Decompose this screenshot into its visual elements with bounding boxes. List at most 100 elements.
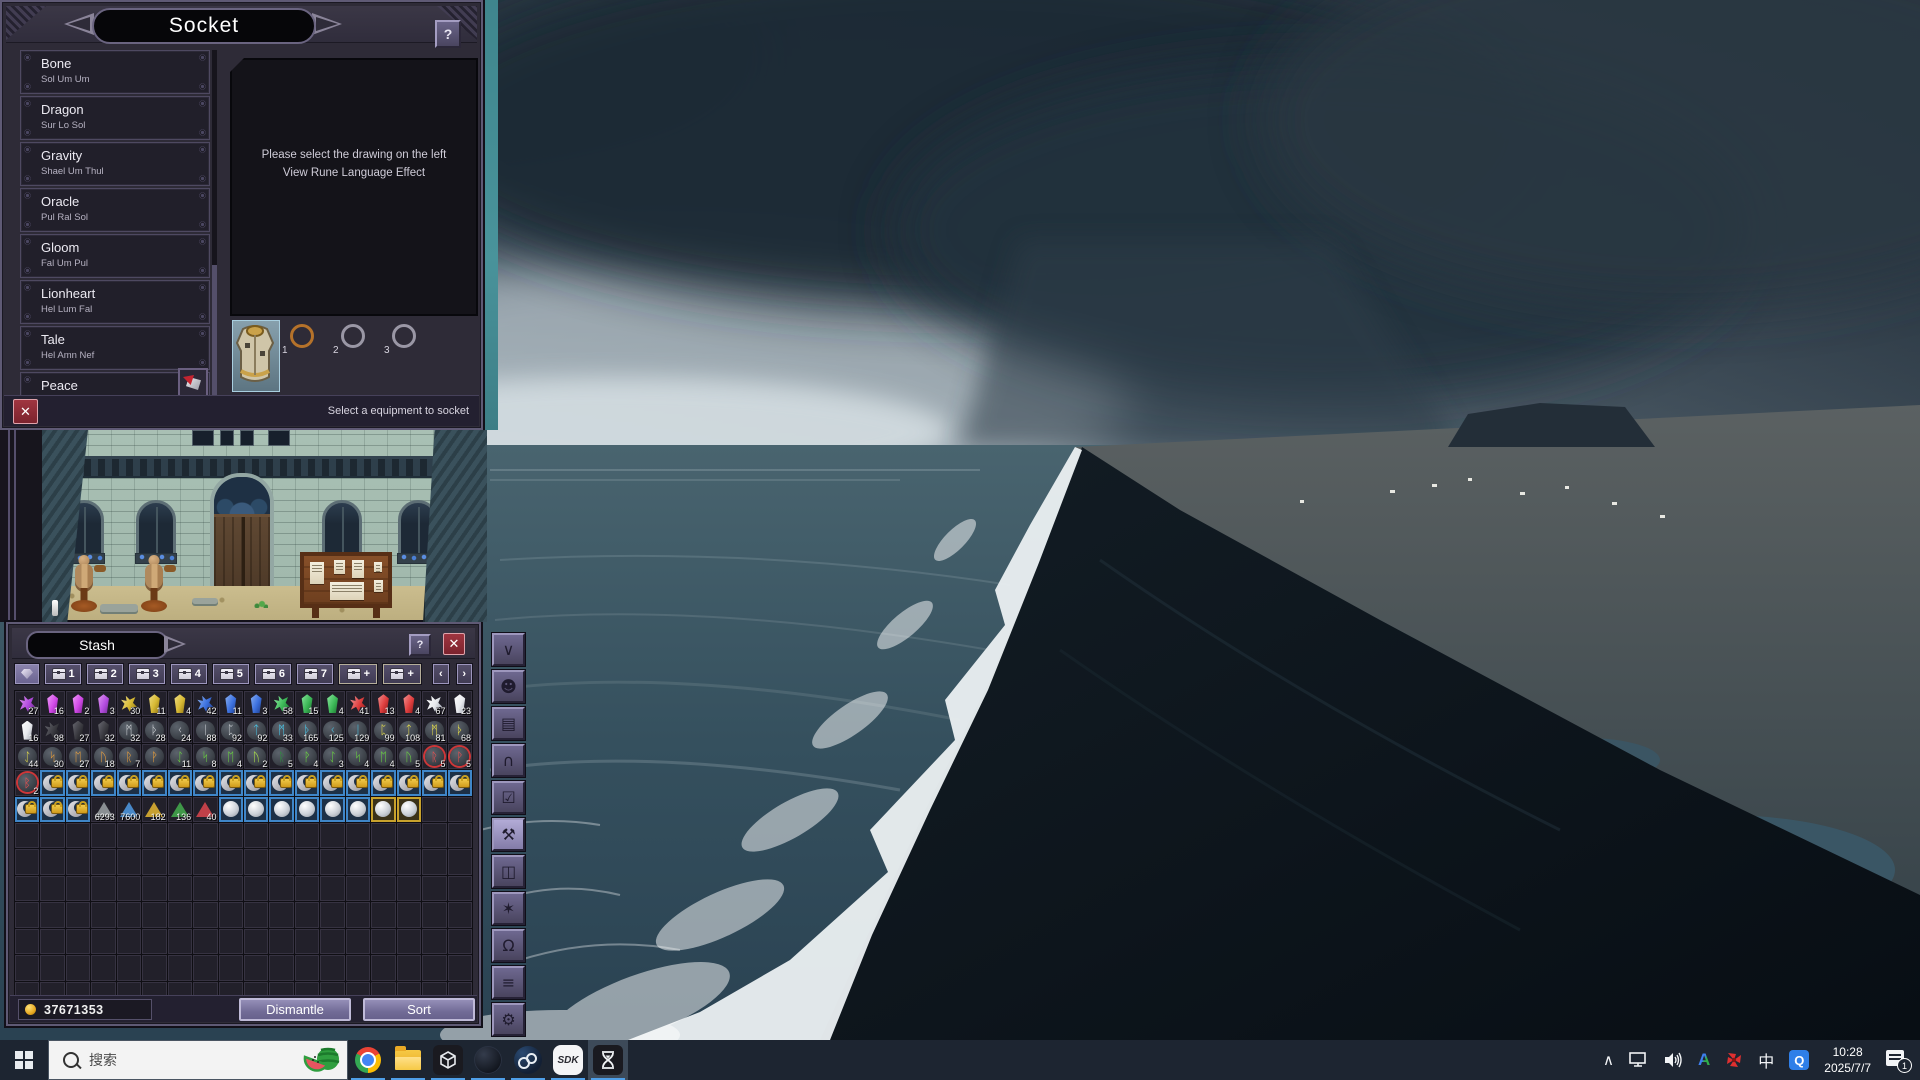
stash-cell[interactable]	[320, 849, 344, 874]
stash-cell[interactable]: 11	[142, 691, 166, 716]
stash-cell[interactable]	[142, 770, 166, 795]
stash-cell[interactable]	[168, 929, 192, 954]
stash-cell[interactable]	[320, 955, 344, 980]
stash-cell[interactable]	[193, 770, 217, 795]
stash-cell[interactable]: ᚦ28	[142, 717, 166, 742]
search-input[interactable]: 搜索	[48, 1040, 348, 1080]
stash-cell[interactable]: ᛇ11	[168, 744, 192, 769]
stash-cell[interactable]	[371, 902, 395, 927]
stash-cell[interactable]	[397, 876, 421, 901]
stash-cell[interactable]	[219, 823, 243, 848]
stash-cell[interactable]	[91, 902, 115, 927]
sidebar-quest-scroll-icon[interactable]: ☑	[492, 781, 525, 814]
stash-cell[interactable]	[91, 823, 115, 848]
stash-cell[interactable]	[40, 902, 64, 927]
stash-cell[interactable]: 27	[66, 717, 90, 742]
stash-cell[interactable]: ᛁ88	[193, 717, 217, 742]
stash-cell[interactable]	[66, 955, 90, 980]
stash-cell[interactable]: ᚱ5	[269, 744, 293, 769]
stash-cell[interactable]	[295, 955, 319, 980]
stash-cell[interactable]	[168, 902, 192, 927]
stash-cell[interactable]	[346, 876, 370, 901]
stash-cell[interactable]: 182	[142, 797, 166, 822]
stash-cell[interactable]	[320, 770, 344, 795]
stash-item-lock[interactable]	[297, 773, 317, 793]
taskbar-app-chrome[interactable]	[348, 1040, 388, 1080]
stash-cell[interactable]: 15	[295, 691, 319, 716]
sidebar-helmet-icon[interactable]: ∩	[492, 744, 525, 777]
stash-cell[interactable]	[91, 929, 115, 954]
stash-item-lock[interactable]	[94, 773, 114, 793]
stash-cell[interactable]	[371, 797, 395, 822]
stash-cell[interactable]	[295, 770, 319, 795]
network-monitor-icon[interactable]	[1629, 1052, 1649, 1068]
stash-cell[interactable]	[168, 876, 192, 901]
stash-item-lock[interactable]	[221, 773, 241, 793]
stash-cell[interactable]	[117, 823, 141, 848]
stash-cell[interactable]	[142, 876, 166, 901]
sidebar-cube-icon[interactable]: ◫	[492, 855, 525, 888]
stash-cell[interactable]	[91, 849, 115, 874]
stash-cell[interactable]: ᚱ5	[422, 744, 446, 769]
stash-cell[interactable]: 3	[91, 691, 115, 716]
stash-cell[interactable]	[371, 955, 395, 980]
stash-cell[interactable]	[346, 929, 370, 954]
stash-cell[interactable]	[219, 849, 243, 874]
stash-cell[interactable]	[219, 770, 243, 795]
stash-cell[interactable]: 23	[448, 691, 472, 716]
stash-cell[interactable]	[397, 902, 421, 927]
stash-cell[interactable]: 32	[91, 717, 115, 742]
help-icon[interactable]: ?	[435, 20, 461, 48]
stash-cell[interactable]	[269, 876, 293, 901]
sidebar-enchant-wand-icon[interactable]: ✶	[492, 892, 525, 925]
stash-cell[interactable]	[448, 955, 472, 980]
stash-item-crys-purple[interactable]	[98, 694, 110, 713]
stash-item-lock[interactable]	[170, 773, 190, 793]
stash-cell[interactable]	[320, 902, 344, 927]
stash-cell[interactable]	[244, 770, 268, 795]
stash-cell[interactable]	[244, 876, 268, 901]
stash-tab-5[interactable]: 5	[212, 663, 250, 685]
stash-item-crys-blue[interactable]	[250, 694, 262, 713]
stash-cell[interactable]: ᛇ3	[320, 744, 344, 769]
stash-cell[interactable]: ᛗ32	[117, 717, 141, 742]
stash-cell[interactable]: ᛗ81	[422, 717, 446, 742]
stash-cell[interactable]	[193, 876, 217, 901]
taskbar-app-file-explorer[interactable]	[388, 1040, 428, 1080]
stash-item-orb[interactable]	[248, 801, 264, 817]
stash-cell[interactable]: ᛋ30	[40, 744, 64, 769]
rune-item-icon[interactable]	[178, 368, 208, 398]
taskbar-app-dark-sphere[interactable]	[468, 1040, 508, 1080]
runeword-item-gloom[interactable]: GloomFal Um Pul	[20, 234, 210, 278]
game-scene-viewport[interactable]	[42, 430, 487, 622]
stash-cell[interactable]: ᛋ8	[193, 744, 217, 769]
stash-cell[interactable]	[66, 770, 90, 795]
stash-cell[interactable]: ᚢ5	[397, 744, 421, 769]
stash-item-orb[interactable]	[223, 801, 239, 817]
scrollbar-thumb[interactable]	[212, 265, 217, 406]
stash-cell[interactable]	[422, 955, 446, 980]
stash-cell[interactable]	[15, 823, 39, 848]
stash-cell[interactable]	[397, 955, 421, 980]
stash-cell[interactable]	[244, 955, 268, 980]
stash-item-orb[interactable]	[299, 801, 315, 817]
stash-cell[interactable]: ᚱ7	[117, 744, 141, 769]
stash-cell[interactable]	[346, 770, 370, 795]
stash-cell[interactable]	[219, 955, 243, 980]
stash-cell[interactable]	[40, 929, 64, 954]
volume-icon[interactable]	[1664, 1052, 1683, 1068]
stash-cell[interactable]	[40, 849, 64, 874]
stash-cell[interactable]	[219, 797, 243, 822]
stash-cell[interactable]: ᚲ125	[320, 717, 344, 742]
stash-item-orb[interactable]	[325, 801, 341, 817]
stash-cell[interactable]	[168, 849, 192, 874]
stash-item-crys-yellow[interactable]	[174, 694, 186, 713]
stash-cell[interactable]	[397, 823, 421, 848]
stash-item-lock[interactable]	[348, 773, 368, 793]
ime-indicator[interactable]: 中	[1758, 1048, 1774, 1072]
sort-button[interactable]: Sort	[362, 997, 476, 1022]
sidebar-forge-anvil-icon[interactable]: ⚒	[492, 818, 525, 851]
sidebar-bell-icon[interactable]: Ω	[492, 929, 525, 962]
stash-item-orb[interactable]	[350, 801, 366, 817]
a-app-tray-icon[interactable]: A	[1698, 1050, 1710, 1070]
